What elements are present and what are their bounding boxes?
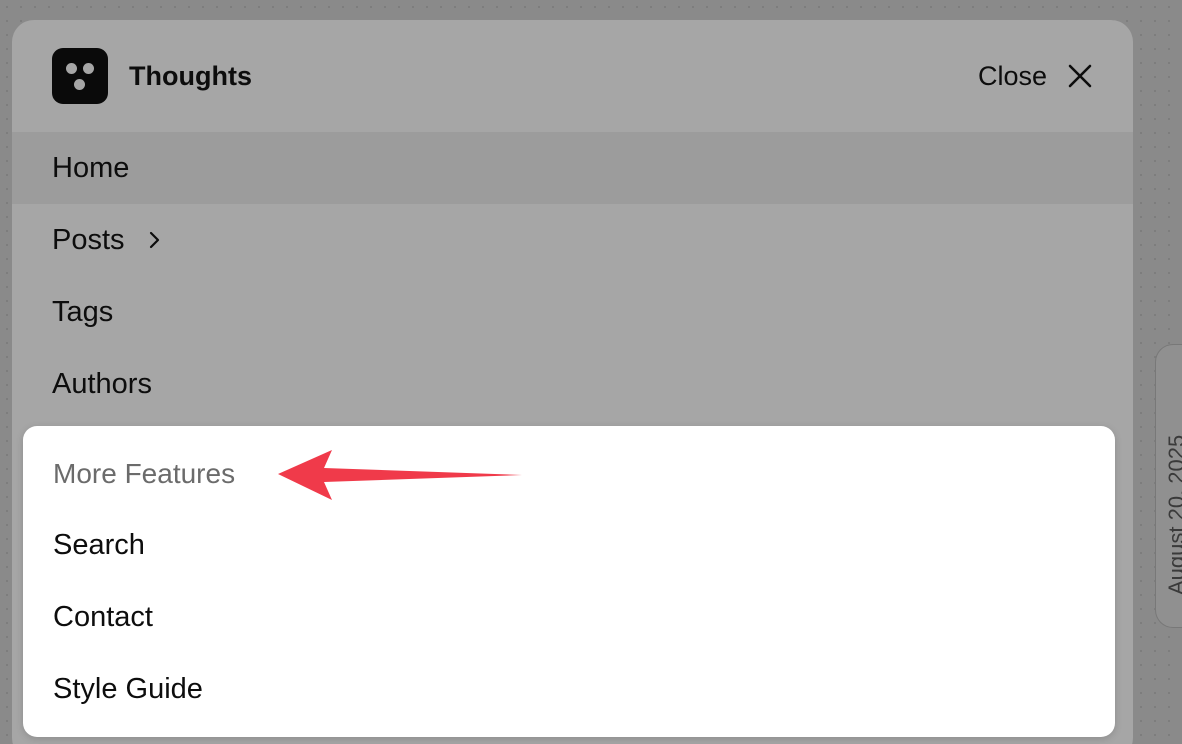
nav-item-posts[interactable]: Posts xyxy=(12,204,1133,276)
nav-item-authors[interactable]: Authors xyxy=(12,348,1133,420)
nav-item-label: Authors xyxy=(52,367,152,400)
chevron-right-icon xyxy=(149,231,159,249)
feature-item-contact[interactable]: Contact xyxy=(53,598,153,636)
background-post-card: August 20, 2025 xyxy=(1155,344,1182,628)
nav-item-home[interactable]: Home xyxy=(12,132,1133,204)
more-features-heading: More Features xyxy=(53,458,236,489)
nav-item-label: Tags xyxy=(52,295,114,328)
more-features-card: More Features Search Contact Style Guide xyxy=(23,426,1115,737)
post-date: August 20, 2025 xyxy=(1164,434,1182,595)
red-arrow-icon xyxy=(278,450,522,500)
site-title[interactable]: Thoughts xyxy=(129,58,252,94)
nav-item-label: Posts xyxy=(52,223,125,256)
close-icon xyxy=(1068,64,1092,88)
feature-item-search[interactable]: Search xyxy=(53,526,145,564)
menu-header: Thoughts Close xyxy=(12,20,1133,132)
nav-item-tags[interactable]: Tags xyxy=(12,276,1133,348)
feature-item-style-guide[interactable]: Style Guide xyxy=(53,670,203,708)
nav-item-label: Home xyxy=(52,151,130,184)
three-dots-logo-icon[interactable] xyxy=(52,48,108,104)
close-label: Close xyxy=(977,60,1047,91)
close-button[interactable]: Close xyxy=(978,54,1093,98)
